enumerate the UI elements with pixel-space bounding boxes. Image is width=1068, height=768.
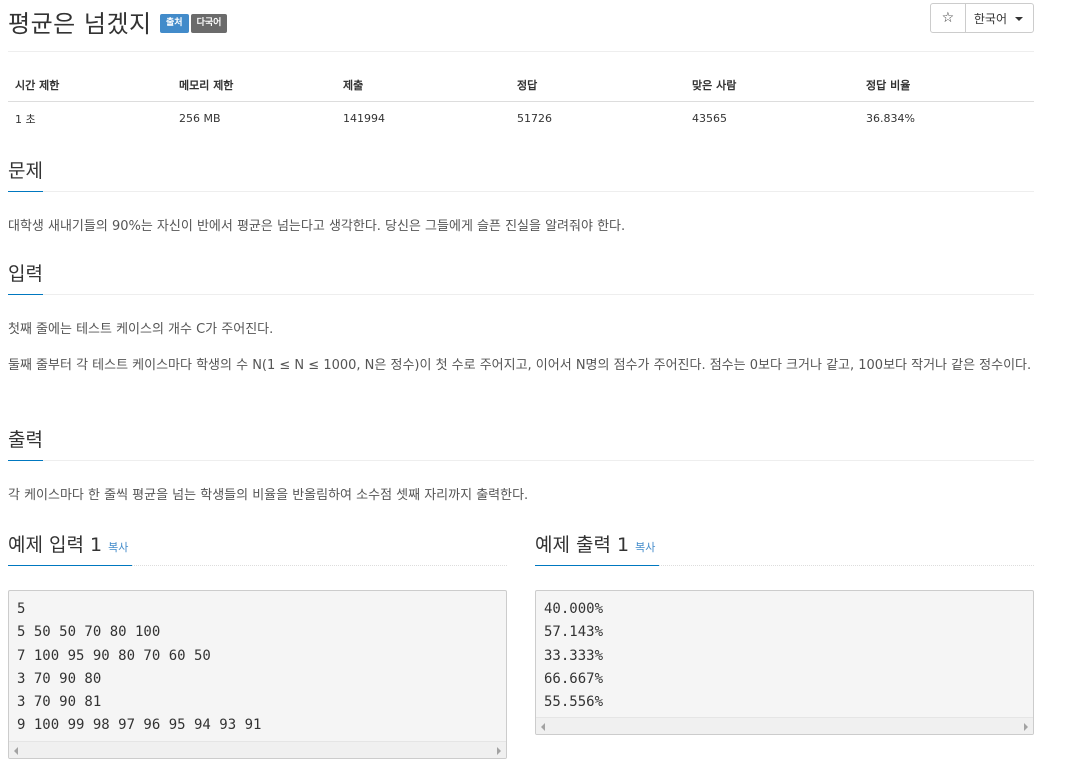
info-header: 정답 비율 — [859, 70, 1034, 102]
info-value-row: 1 초 256 MB 141994 51726 43565 36.834% — [8, 101, 1034, 136]
code-line: 3 70 90 80 — [17, 670, 102, 687]
output-text: 각 케이스마다 한 줄씩 평균을 넘는 학생들의 비율을 반올림하여 소수점 셋… — [8, 488, 529, 503]
info-value: 256 MB — [179, 112, 221, 126]
section-title: 입력 — [8, 263, 43, 295]
input-text-line: 첫째 줄에는 테스트 케이스의 개수 C가 주어진다. — [8, 322, 274, 337]
output-section: 출력 각 케이스마다 한 줄씩 평균을 넘는 학생들의 비율을 반올림하여 소수… — [8, 429, 1034, 509]
section-header: 입력 — [8, 263, 1034, 295]
code-line: 55.556% — [544, 694, 604, 711]
info-value: 1 초 — [15, 112, 36, 126]
section-body: 첫째 줄에는 테스트 케이스의 개수 C가 주어진다. 둘째 줄부터 각 테스트… — [8, 317, 1034, 379]
problem-info-table: 시간 제한 메모리 제한 제출 정답 맞은 사람 정답 비율 1 초 256 M… — [8, 70, 1034, 136]
code-line: 9 100 99 98 97 96 95 94 93 91 — [17, 717, 262, 734]
code-line: 66.667% — [544, 670, 604, 687]
copy-button[interactable]: 복사 — [108, 541, 128, 554]
sample-input-title: 예제 입력 1 — [8, 534, 103, 556]
problem-page: 평균은 넘겠지 출처 다국어 ☆ 한국어 시간 제한 메모리 제한 제출 정답 … — [8, 0, 1034, 759]
section-body: 각 케이스마다 한 줄씩 평균을 넘는 학생들의 비율을 반올림하여 소수점 셋… — [8, 483, 1034, 509]
sample-input-code[interactable]: 5 5 50 50 70 80 100 7 100 95 90 80 70 60… — [8, 590, 507, 759]
scroll-left-icon[interactable] — [541, 723, 545, 732]
horizontal-scrollbar[interactable] — [536, 717, 1033, 735]
section-header: 문제 — [8, 160, 1034, 192]
section-title: 문제 — [8, 160, 43, 192]
input-text-line: 둘째 줄부터 각 테스트 케이스마다 학생의 수 N(1 ≤ N ≤ 1000,… — [8, 358, 1032, 373]
section-title: 예제 출력 1 복사 — [535, 534, 660, 566]
info-value: 51726 — [517, 112, 552, 126]
info-header: 제출 — [336, 70, 510, 102]
info-header: 맞은 사람 — [685, 70, 859, 102]
sample-output-panel: 예제 출력 1 복사 40.000% 57.143% 33.333% 66.667… — [535, 534, 1034, 736]
info-value: 43565 — [692, 112, 727, 126]
info-header: 메모리 제한 — [172, 70, 336, 102]
scroll-right-icon[interactable] — [1024, 723, 1028, 732]
code-line: 57.143% — [544, 624, 604, 641]
section-header: 예제 출력 1 복사 — [535, 534, 1034, 566]
scroll-left-icon[interactable] — [14, 746, 18, 755]
star-icon[interactable]: ☆ — [931, 4, 966, 32]
chevron-down-icon — [1015, 16, 1023, 21]
input-section: 입력 첫째 줄에는 테스트 케이스의 개수 C가 주어진다. 둘째 줄부터 각 … — [8, 263, 1034, 379]
scroll-right-icon[interactable] — [497, 746, 501, 755]
info-header-row: 시간 제한 메모리 제한 제출 정답 맞은 사람 정답 비율 — [8, 70, 1034, 102]
code-line: 40.000% — [544, 601, 604, 617]
problem-text: 대학생 새내기들의 90%는 자신이 반에서 평균은 넘는다고 생각한다. 당신… — [8, 219, 626, 234]
problem-description-section: 문제 대학생 새내기들의 90%는 자신이 반에서 평균은 넘는다고 생각한다.… — [8, 160, 1034, 240]
copy-button[interactable]: 복사 — [635, 541, 655, 554]
multilang-badge[interactable]: 다국어 — [190, 14, 228, 33]
section-title: 출력 — [8, 429, 43, 461]
sample-output-title: 예제 출력 1 — [535, 534, 630, 556]
section-body: 대학생 새내기들의 90%는 자신이 반에서 평균은 넘는다고 생각한다. 당신… — [8, 214, 1034, 240]
sample-input-panel: 예제 입력 1 복사 5 5 50 50 70 80 100 7 100 95 9… — [8, 534, 507, 759]
problem-title: 평균은 넘겠지 — [8, 10, 152, 38]
code-line: 5 50 50 70 80 100 — [17, 624, 161, 641]
section-header: 출력 — [8, 429, 1034, 461]
language-label: 한국어 — [973, 11, 1007, 26]
problem-header: 평균은 넘겠지 출처 다국어 ☆ 한국어 — [8, 0, 1034, 52]
section-title: 예제 입력 1 복사 — [8, 534, 133, 566]
source-badge[interactable]: 출처 — [160, 14, 189, 33]
info-header: 정답 — [510, 70, 685, 102]
language-dropdown[interactable]: 한국어 — [966, 4, 1033, 32]
code-line: 5 — [17, 601, 26, 617]
sample-output-code[interactable]: 40.000% 57.143% 33.333% 66.667% 55.556% — [535, 590, 1034, 736]
section-header: 예제 입력 1 복사 — [8, 534, 507, 566]
info-value: 141994 — [343, 112, 385, 126]
header-button-group: ☆ 한국어 — [929, 3, 1034, 33]
info-header: 시간 제한 — [8, 70, 172, 102]
code-line: 33.333% — [544, 647, 604, 664]
code-line: 7 100 95 90 80 70 60 50 — [17, 647, 211, 664]
code-line: 3 70 90 81 — [17, 694, 102, 711]
horizontal-scrollbar[interactable] — [9, 740, 506, 758]
problem-badges: 출처 다국어 — [160, 14, 228, 33]
info-value: 36.834% — [866, 112, 915, 126]
